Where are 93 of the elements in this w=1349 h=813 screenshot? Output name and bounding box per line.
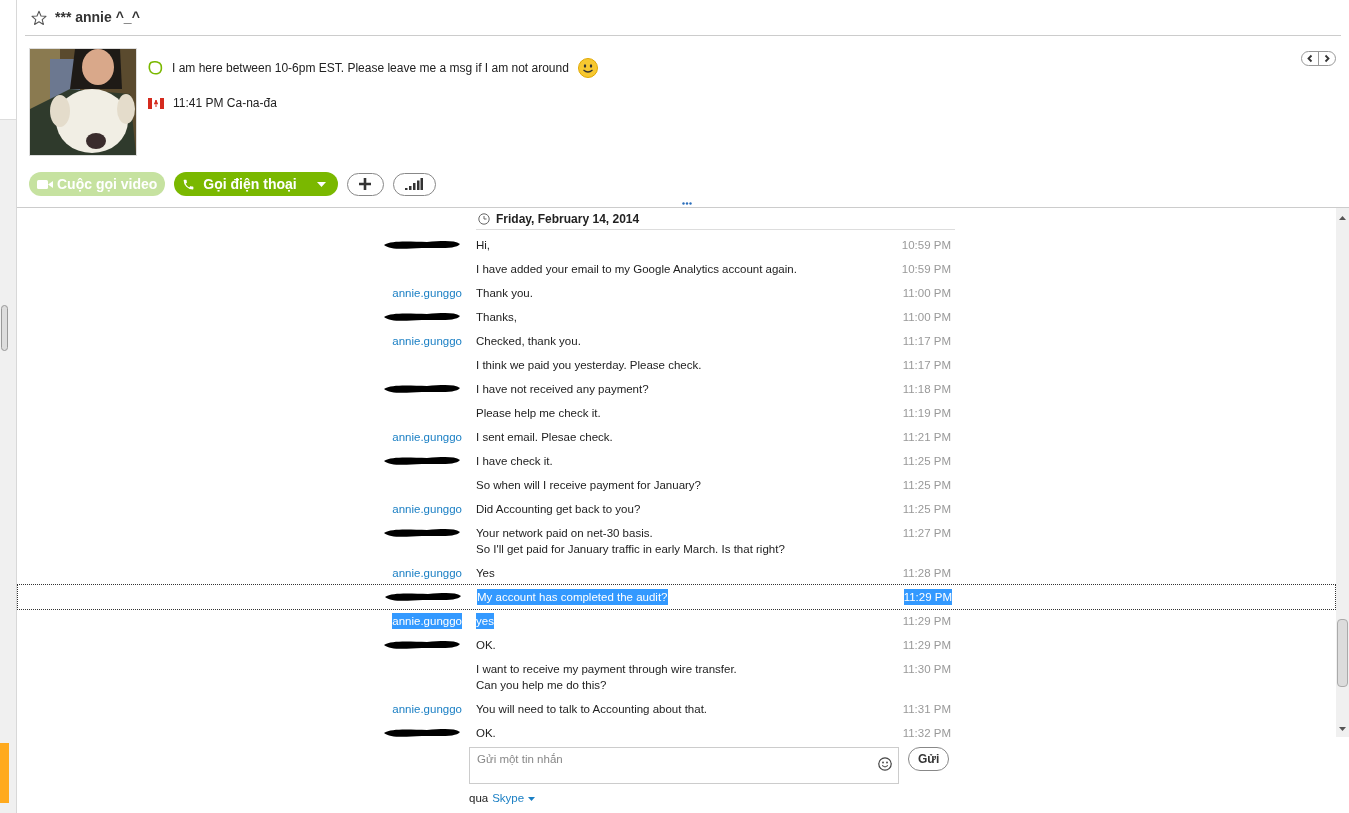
- message-row[interactable]: annie.gunggo Checked, thank you. 11:17 PM: [17, 329, 1336, 353]
- sender-name[interactable]: annie.gunggo: [392, 333, 462, 349]
- message-row[interactable]: annie.gunggo You will need to talk to Accounting about that. 11:31 PM: [17, 697, 1336, 721]
- message-time: 11:18 PM: [902, 382, 951, 397]
- message-row[interactable]: OK. 11:32 PM: [17, 721, 1336, 737]
- message-text: Please help me check it.: [476, 406, 601, 421]
- message-text: I have check it.: [476, 454, 553, 469]
- message-text: Thanks,: [476, 310, 517, 325]
- message-row[interactable]: annie.gunggo Thank you. 11:00 PM: [17, 281, 1336, 305]
- sender-name[interactable]: annie.gunggo: [392, 501, 462, 517]
- contact-name: *** annie ^_^: [55, 8, 140, 27]
- message-time: 11:29 PM: [902, 638, 951, 653]
- caret-icon: [528, 796, 536, 801]
- message-row[interactable]: I have added your email to my Google Analytics account again. 10:59 PM: [17, 257, 1336, 281]
- add-button[interactable]: [346, 172, 384, 196]
- message-time: 11:25 PM: [902, 502, 951, 517]
- message-text: OK.: [476, 638, 496, 653]
- message-text: I have added your email to my Google Analytics account again.: [476, 262, 797, 277]
- message-row[interactable]: annie.gunggo Did Accounting get back to you? 11:25 PM: [17, 497, 1336, 521]
- resize-handle-icon[interactable]: [682, 202, 692, 205]
- message-time: 11:29 PM: [902, 614, 951, 629]
- phone-icon: [182, 177, 196, 191]
- signal-bars-icon: [405, 178, 424, 190]
- sender-name[interactable]: annie.gunggo: [392, 429, 462, 445]
- message-time: 11:21 PM: [902, 430, 951, 445]
- video-camera-icon: [37, 178, 53, 190]
- message-text: Hi,: [476, 238, 491, 253]
- message-text: Checked, thank you.: [476, 334, 581, 349]
- message-row[interactable]: annie.gunggo I sent email. Plesae check. 11:21 PM: [17, 425, 1336, 449]
- message-row[interactable]: So when will I receive payment for January? 11:25 PM: [17, 473, 1336, 497]
- flag-icon: [148, 97, 164, 109]
- message-time: 11:28 PM: [902, 566, 951, 581]
- via-label: qua: [469, 791, 489, 806]
- scroll-up-icon[interactable]: [1339, 216, 1346, 220]
- scrollbar-thumb[interactable]: [1, 305, 8, 351]
- service-selector[interactable]: Skype: [492, 790, 536, 808]
- date-header: Friday, February 14, 2014: [496, 210, 640, 228]
- message-text: I have not received any payment?: [476, 382, 649, 397]
- message-text: Can you help me do this?: [476, 678, 607, 693]
- message-row[interactable]: Thanks, 11:00 PM: [17, 305, 1336, 329]
- message-text: Thank you.: [476, 286, 533, 301]
- message-row[interactable]: I have check it. 11:25 PM: [17, 449, 1336, 473]
- message-time: 11:00 PM: [902, 286, 951, 301]
- message-row[interactable]: I think we paid you yesterday. Please check. 11:17 PM: [17, 353, 1336, 377]
- smiley-icon: [577, 58, 598, 78]
- message-time: 10:59 PM: [901, 238, 951, 253]
- plus-icon: [359, 178, 372, 190]
- message-text: So when will I receive payment for January?: [476, 478, 701, 493]
- message-row[interactable]: I want to receive my payment through wire transfer. Can you help me do this? 11:30 PM: [17, 657, 1336, 697]
- message-row[interactable]: Please help me check it. 11:19 PM: [17, 401, 1336, 425]
- send-button[interactable]: Gửi: [908, 747, 950, 771]
- message-text: So I'll get paid for January traffic in early March. Is that right?: [476, 542, 785, 557]
- message-text: yes: [476, 613, 494, 629]
- message-row[interactable]: Your network paid on net-30 basis. So I'll get paid for January traffic in early March. Is that right? 11:27 PM: [17, 521, 1336, 561]
- message-time: 11:25 PM: [902, 454, 951, 469]
- sender-name[interactable]: annie.gunggo: [392, 285, 462, 301]
- message-text: Yes: [476, 566, 495, 581]
- caret-icon: [316, 181, 326, 187]
- message-time: 11:00 PM: [902, 310, 951, 325]
- message-text: My account has completed the audit?: [477, 589, 668, 605]
- message-time: 10:59 PM: [901, 262, 951, 277]
- message-text: I want to receive my payment through wire transfer.: [476, 662, 737, 677]
- message-time: 11:19 PM: [902, 406, 951, 421]
- call-quality-button[interactable]: [392, 172, 436, 196]
- clock-icon: [478, 212, 490, 225]
- message-time: 11:31 PM: [902, 702, 951, 717]
- message-time: 11:30 PM: [902, 662, 951, 677]
- message-text: OK.: [476, 726, 496, 737]
- mood-icon: [148, 61, 163, 75]
- message-time: 11:32 PM: [902, 726, 951, 737]
- sender-name[interactable]: annie.gunggo: [392, 565, 462, 581]
- scroll-down-icon[interactable]: [1339, 727, 1346, 731]
- message-time: 11:29 PM: [903, 589, 952, 605]
- message-row[interactable]: I have not received any payment? 11:18 PM: [17, 377, 1336, 401]
- star-icon[interactable]: [31, 9, 47, 26]
- scrollbar-thumb[interactable]: [1337, 619, 1348, 687]
- message-text: Did Accounting get back to you?: [476, 502, 641, 517]
- message-row[interactable]: annie.gunggo Yes 11:28 PM: [17, 561, 1336, 585]
- message-text: I think we paid you yesterday. Please check.: [476, 358, 702, 373]
- message-time: 11:17 PM: [902, 358, 951, 373]
- message-text: Your network paid on net-30 basis.: [476, 526, 653, 541]
- local-time: 11:41 PM Ca-na-đa: [173, 95, 277, 112]
- message-input[interactable]: Gửi một tin nhắn: [469, 747, 899, 784]
- message-text: I sent email. Plesae check.: [476, 430, 613, 445]
- emoticon-icon[interactable]: [878, 757, 892, 771]
- message-text: You will need to talk to Accounting about that.: [476, 702, 708, 717]
- mood-message: I am here between 10-6pm EST. Please leave me a msg if I am not around: [172, 60, 569, 77]
- message-row[interactable]: Hi, 10:59 PM: [17, 233, 1336, 257]
- message-time: 11:17 PM: [902, 334, 951, 349]
- message-row[interactable]: OK. 11:29 PM: [17, 633, 1336, 657]
- sender-name[interactable]: annie.gunggo: [392, 701, 462, 717]
- message-time: 11:25 PM: [902, 478, 951, 493]
- message-time: 11:27 PM: [902, 526, 951, 541]
